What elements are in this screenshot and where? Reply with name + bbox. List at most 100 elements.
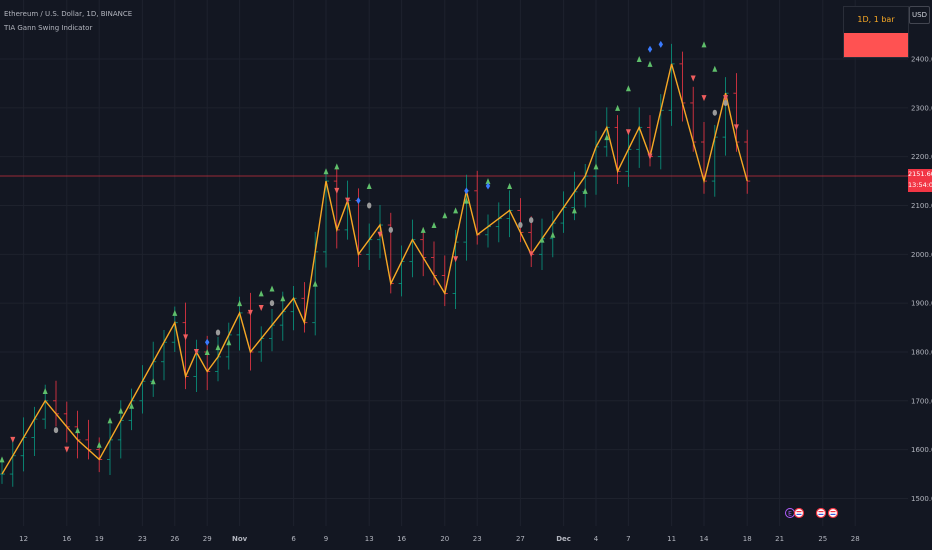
x-tick-label: 23 (473, 535, 482, 543)
down-swing-marker (334, 187, 340, 194)
up-swing-marker (75, 427, 81, 434)
up-swing-marker (107, 417, 113, 424)
up-swing-marker (431, 222, 437, 229)
neutral-marker (367, 202, 372, 209)
up-swing-marker (647, 60, 653, 67)
y-tick-label: 2200.00 (911, 153, 932, 161)
timeframe-table: 1D, 1 bar (843, 6, 909, 58)
up-swing-marker (42, 388, 48, 395)
up-swing-marker (258, 290, 264, 297)
down-swing-marker (625, 129, 631, 136)
down-swing-marker (690, 75, 696, 82)
up-swing-marker (420, 226, 426, 233)
x-tick-label: 28 (851, 535, 860, 543)
up-swing-marker (96, 441, 102, 448)
up-swing-marker (312, 280, 318, 287)
chart-grid (0, 0, 908, 526)
price-bars (0, 43, 751, 487)
indicator-title[interactable]: TIA Gann Swing Indicator (4, 24, 92, 32)
blue-marker (658, 40, 663, 48)
y-tick-label: 1900.00 (911, 300, 932, 308)
x-tick-label: 9 (324, 535, 328, 543)
x-tick-label: Dec (556, 535, 571, 543)
x-tick-label: 6 (291, 535, 296, 543)
flag-us-2[interactable] (815, 507, 827, 519)
currency-button[interactable]: USD (909, 6, 930, 24)
neutral-marker (215, 329, 221, 336)
neutral-marker (518, 222, 523, 229)
blue-marker (647, 45, 653, 53)
x-tick-label: 7 (626, 535, 630, 543)
x-tick-label: 25 (818, 535, 827, 543)
neutral-marker (269, 300, 275, 307)
x-tick-label: 21 (775, 535, 784, 543)
x-tick-label: 23 (138, 535, 147, 543)
x-tick-label: 14 (700, 535, 709, 543)
up-swing-marker (280, 295, 286, 302)
price-axis[interactable]: 1500.00 1600.00 1700.00 1800.00 1900.00 2000.… (911, 56, 932, 503)
up-swing-marker (334, 163, 340, 170)
up-swing-marker (118, 407, 124, 414)
x-tick-label: 12 (19, 535, 28, 543)
up-swing-marker (593, 163, 599, 170)
up-swing-marker (701, 41, 707, 48)
up-swing-marker (366, 182, 372, 189)
x-tick-label: 13 (365, 535, 374, 543)
up-swing-marker (507, 182, 513, 189)
down-swing-marker (701, 95, 707, 102)
up-swing-marker (226, 339, 232, 346)
down-swing-marker (733, 124, 739, 131)
price-chart[interactable]: 1500.00 1600.00 1700.00 1800.00 1900.00 2000.… (0, 0, 932, 550)
x-tick-label: 27 (516, 535, 525, 543)
timeframe-color-cell (844, 33, 908, 57)
gann-swing-line (1, 63, 748, 475)
x-tick-label: 20 (440, 535, 449, 543)
up-swing-marker (323, 168, 329, 175)
blue-marker (464, 187, 469, 195)
up-swing-marker (453, 207, 459, 214)
x-tick-label: 26 (170, 535, 179, 543)
flag-us-3[interactable] (827, 507, 839, 519)
y-tick-label: 2100.00 (911, 202, 932, 210)
up-swing-marker (539, 236, 545, 243)
neutral-marker (712, 109, 717, 116)
event-badges[interactable]: E (785, 507, 839, 519)
last-price-value: 2151.60 (908, 170, 932, 178)
time-axis[interactable]: 12 16 19 23 26 29 Nov 6 9 13 16 20 23 27 Dec 4 7 11 14 18 21… (19, 535, 860, 543)
last-price-label: 2151.60 13:54:03 (908, 169, 932, 192)
blue-marker (356, 197, 361, 205)
x-tick-label: 19 (95, 535, 104, 543)
earnings-icon[interactable]: E (785, 508, 795, 518)
x-tick-label: 16 (397, 535, 406, 543)
timeframe-label: 1D, 1 bar (844, 7, 908, 33)
y-tick-label: 2400.00 (911, 56, 932, 64)
blue-marker (205, 338, 210, 346)
neutral-marker (529, 217, 534, 224)
up-swing-marker (172, 309, 178, 316)
y-tick-label: 1600.00 (911, 446, 932, 454)
up-swing-marker (215, 344, 221, 351)
svg-text:E: E (788, 510, 792, 517)
up-swing-marker (550, 231, 556, 238)
down-swing-marker (183, 334, 189, 341)
x-tick-label: Nov (232, 535, 248, 543)
symbol-title: Ethereum / U.S. Dollar, 1D, BINANCE (4, 10, 133, 18)
down-swing-marker (453, 256, 459, 263)
y-tick-label: 1700.00 (911, 397, 932, 405)
x-tick-label: 4 (594, 535, 599, 543)
neutral-marker (388, 226, 393, 233)
up-swing-marker (571, 207, 577, 214)
up-swing-marker (0, 456, 5, 463)
x-tick-label: 16 (62, 535, 71, 543)
up-swing-marker (582, 187, 588, 194)
y-tick-label: 2300.00 (911, 104, 932, 112)
up-swing-marker (712, 65, 718, 72)
down-swing-marker (258, 305, 264, 312)
bar-countdown: 13:54:03 (908, 181, 932, 189)
flag-us-1[interactable] (793, 507, 805, 519)
y-tick-label: 1800.00 (911, 348, 932, 356)
y-tick-label: 2000.00 (911, 251, 932, 259)
neutral-marker (53, 427, 59, 434)
x-tick-label: 18 (743, 535, 752, 543)
up-swing-marker (625, 85, 631, 92)
